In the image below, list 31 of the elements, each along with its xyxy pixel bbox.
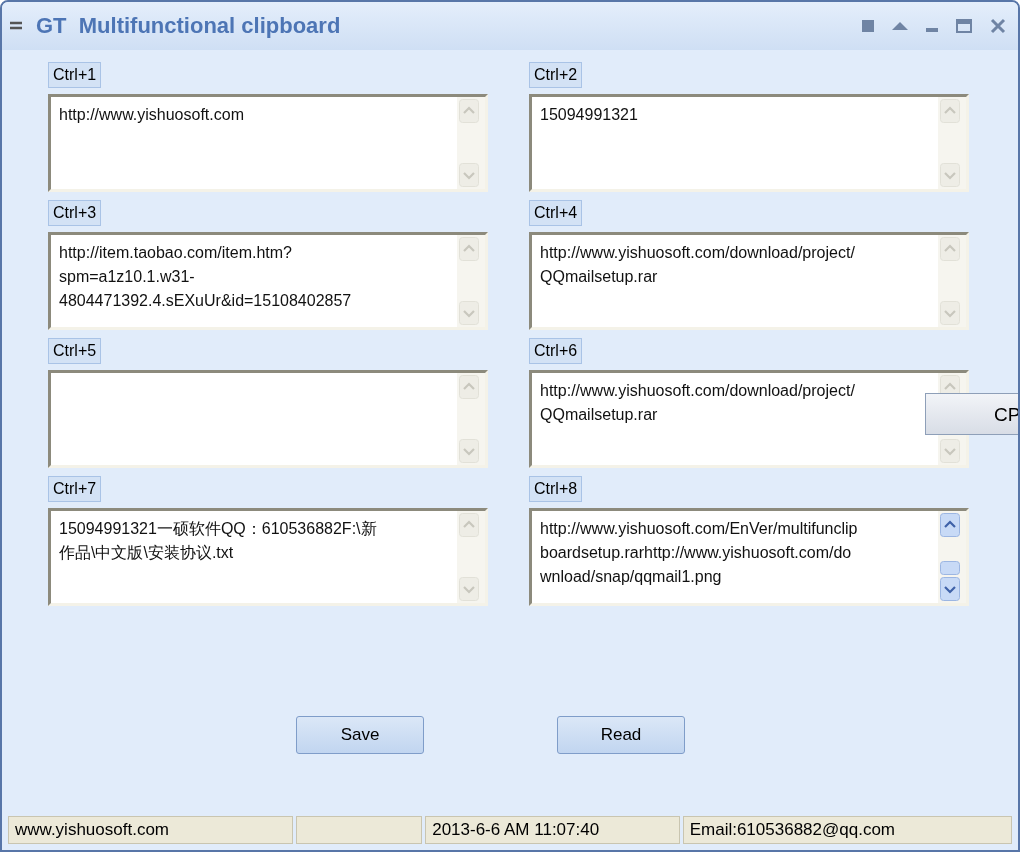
status-datetime: 2013-6-6 AM 11:07:40: [425, 816, 680, 844]
action-button[interactable]: Read: [557, 716, 685, 754]
scrollbar[interactable]: [938, 511, 966, 603]
window-title: GT Multifunctional clipboard: [36, 13, 341, 39]
hotkey-label: Ctrl+6: [529, 338, 583, 364]
square-icon[interactable]: [862, 20, 874, 32]
action-button[interactable]: Save: [296, 716, 424, 754]
status-website: www.yishuosoft.com: [8, 816, 294, 844]
hotkey-label: Ctrl+3: [48, 200, 102, 226]
text-area[interactable]: http://www.yishuosoft.com/download/project/ QQmailsetup.rar: [529, 232, 969, 330]
maximize-icon[interactable]: [956, 19, 972, 33]
status-email: Email:610536882@qq.com: [682, 816, 1012, 844]
hotkey-label: Ctrl+5: [48, 338, 102, 364]
scroll-down-icon[interactable]: [940, 577, 960, 601]
text-area[interactable]: 15094991321一硕软件QQ：610536882F:\新 作品\中文版\安装协议.txt: [48, 508, 488, 606]
scroll-up-icon[interactable]: [940, 513, 960, 537]
text-area[interactable]: http://www.yishuosoft.com: [48, 94, 488, 192]
hotkey-label: Ctrl+1: [48, 62, 102, 88]
hotkey-label: Ctrl+4: [529, 200, 583, 226]
text-area[interactable]: http://www.yishuosoft.com/download/project/ QQmailsetup.rar: [529, 370, 969, 468]
close-icon[interactable]: [990, 18, 1006, 34]
scroll-thumb[interactable]: [940, 561, 960, 575]
hotkey-label: Ctrl+7: [48, 476, 102, 502]
caret-up-icon[interactable]: [892, 22, 908, 30]
text-area[interactable]: http://item.taobao.com/item.htm? spm=a1z10.1.w31- 4804471392.4.sEXuUr&id=15108402857: [48, 232, 488, 330]
hotkey-label: Ctrl+8: [529, 476, 583, 502]
text-area[interactable]: http://www.yishuosoft.com/EnVer/multifunclip boardsetup.rarhttp://www.yishuosoft.com/do wnload/snap/qqmail1.png: [529, 508, 969, 606]
hotkey-label: Ctrl+2: [529, 62, 583, 88]
text-area[interactable]: 15094991321: [529, 94, 969, 192]
menu-icon[interactable]: [10, 21, 22, 31]
text-area[interactable]: [48, 370, 488, 468]
